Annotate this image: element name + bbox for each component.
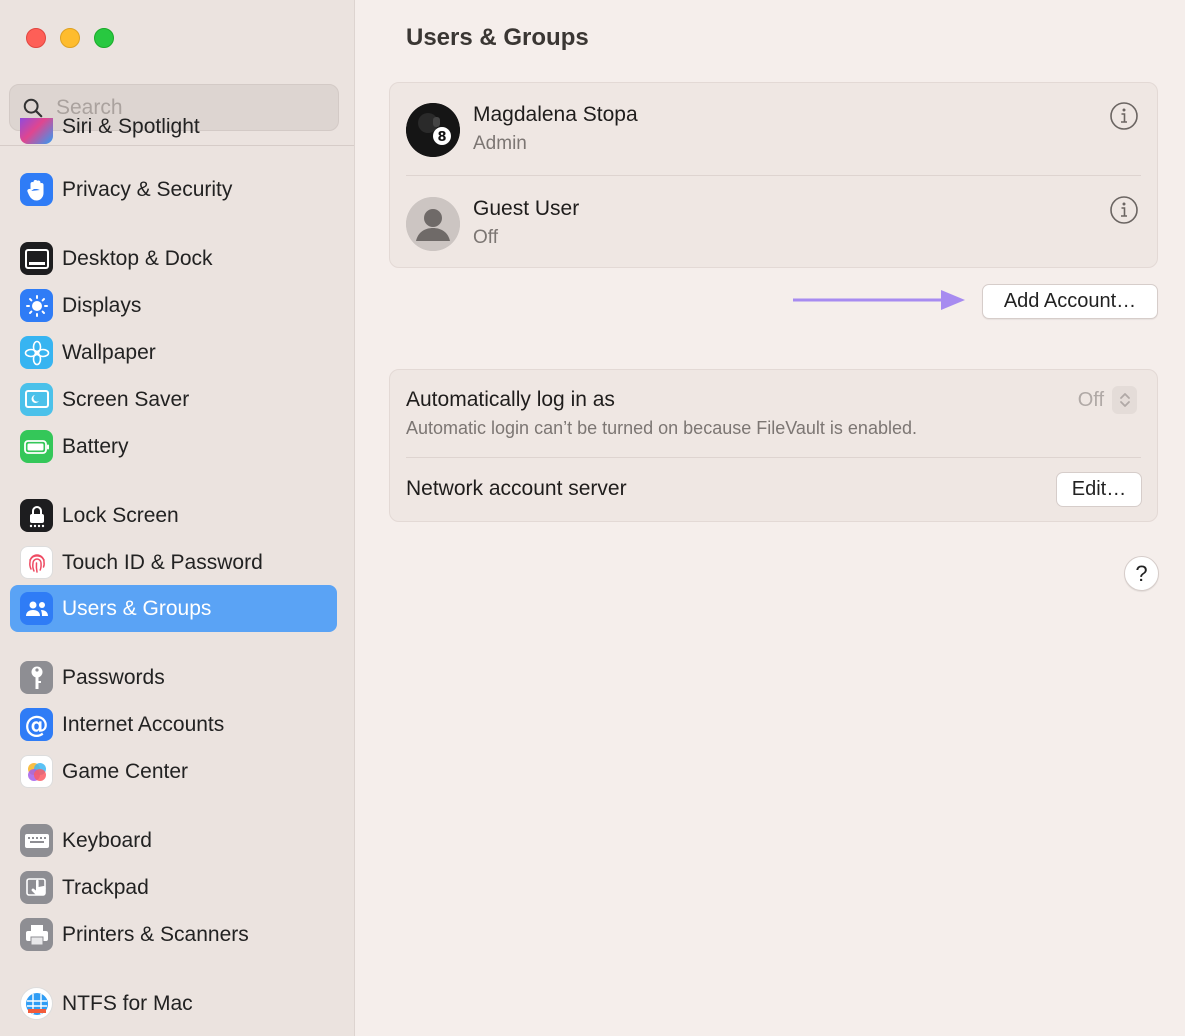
users-icon [20,592,53,625]
help-button[interactable]: ? [1124,556,1159,591]
users-card: 8 Magdalena Stopa Admin Guest User Off [389,82,1158,268]
arrow-annotation-icon [793,290,965,310]
auto-login-select[interactable]: Off [1078,386,1137,414]
edit-button[interactable]: Edit… [1056,472,1142,507]
user-name: Guest User [473,197,580,220]
search-icon [23,98,43,117]
fingerprint-icon [20,546,53,579]
siri-icon [20,118,53,144]
sidebar-item-trackpad[interactable]: Trackpad [10,864,337,911]
auto-login-value: Off [1077,388,1104,411]
eight-ball-avatar: 8 [406,103,460,157]
info-icon[interactable] [1109,195,1139,225]
page-title: Users & Groups [406,24,589,51]
divider [406,175,1141,176]
sidebar-item-printers[interactable]: Printers & Scanners [10,911,337,958]
key-icon [20,661,53,694]
auto-login-title: Automatically log in as [406,388,615,411]
sidebar-item-lock-screen[interactable]: Lock Screen [10,492,337,539]
user-row[interactable]: Guest User Off [390,177,1157,270]
hand-icon [20,173,53,206]
dock-icon [20,242,53,275]
ntfs-icon [20,987,53,1020]
screensaver-icon [20,383,53,416]
sidebar-item-ntfs[interactable]: NTFS for Mac [10,980,337,1027]
at-icon: @ [20,708,53,741]
network-server-title: Network account server [406,477,627,500]
gamecenter-icon [20,755,53,788]
battery-icon [20,430,53,463]
zoom-button[interactable] [94,28,114,48]
sidebar-item-touch-id[interactable]: Touch ID & Password [10,539,337,586]
chevron-updown-icon [1112,386,1137,414]
user-name: Magdalena Stopa [473,103,638,126]
user-row[interactable]: 8 Magdalena Stopa Admin [390,83,1157,176]
user-role: Off [473,227,498,248]
user-role: Admin [473,133,527,154]
flower-icon [20,336,53,369]
divider [406,457,1141,458]
sidebar-item-desktop-dock[interactable]: Desktop & Dock [10,235,337,282]
sidebar-item-passwords[interactable]: Passwords [10,654,337,701]
trackpad-icon [20,871,53,904]
add-account-button[interactable]: Add Account… [982,284,1158,319]
silhouette-avatar [406,197,460,251]
sidebar-item-game-center[interactable]: Game Center [10,748,337,795]
sidebar-item-displays[interactable]: Displays [10,282,337,329]
search-placeholder: Search [56,95,123,119]
printer-icon [20,918,53,951]
sidebar-item-wallpaper[interactable]: Wallpaper [10,329,337,376]
window-controls [26,28,114,48]
sidebar-item-internet-accounts[interactable]: @ Internet Accounts [10,701,337,748]
sun-icon [20,289,53,322]
info-icon[interactable] [1109,101,1139,131]
minimize-button[interactable] [60,28,80,48]
svg-text:8: 8 [437,130,446,145]
auto-login-subtitle: Automatic login can’t be turned on becau… [406,418,917,438]
sidebar-item-screen-saver[interactable]: Screen Saver [10,376,337,423]
sidebar-item-privacy-security[interactable]: Privacy & Security [10,166,337,213]
login-settings-card: Automatically log in as Automatic login … [389,369,1158,522]
sidebar: Search Siri & Spotlight Privacy & Securi… [0,0,355,1036]
keyboard-icon [20,824,53,857]
sidebar-item-keyboard[interactable]: Keyboard [10,817,337,864]
sidebar-item-battery[interactable]: Battery [10,423,337,470]
sidebar-item-siri[interactable]: Siri & Spotlight [10,118,337,154]
close-button[interactable] [26,28,46,48]
divider [0,145,354,146]
lock-icon [20,499,53,532]
sidebar-item-users-groups[interactable]: Users & Groups [10,585,337,632]
